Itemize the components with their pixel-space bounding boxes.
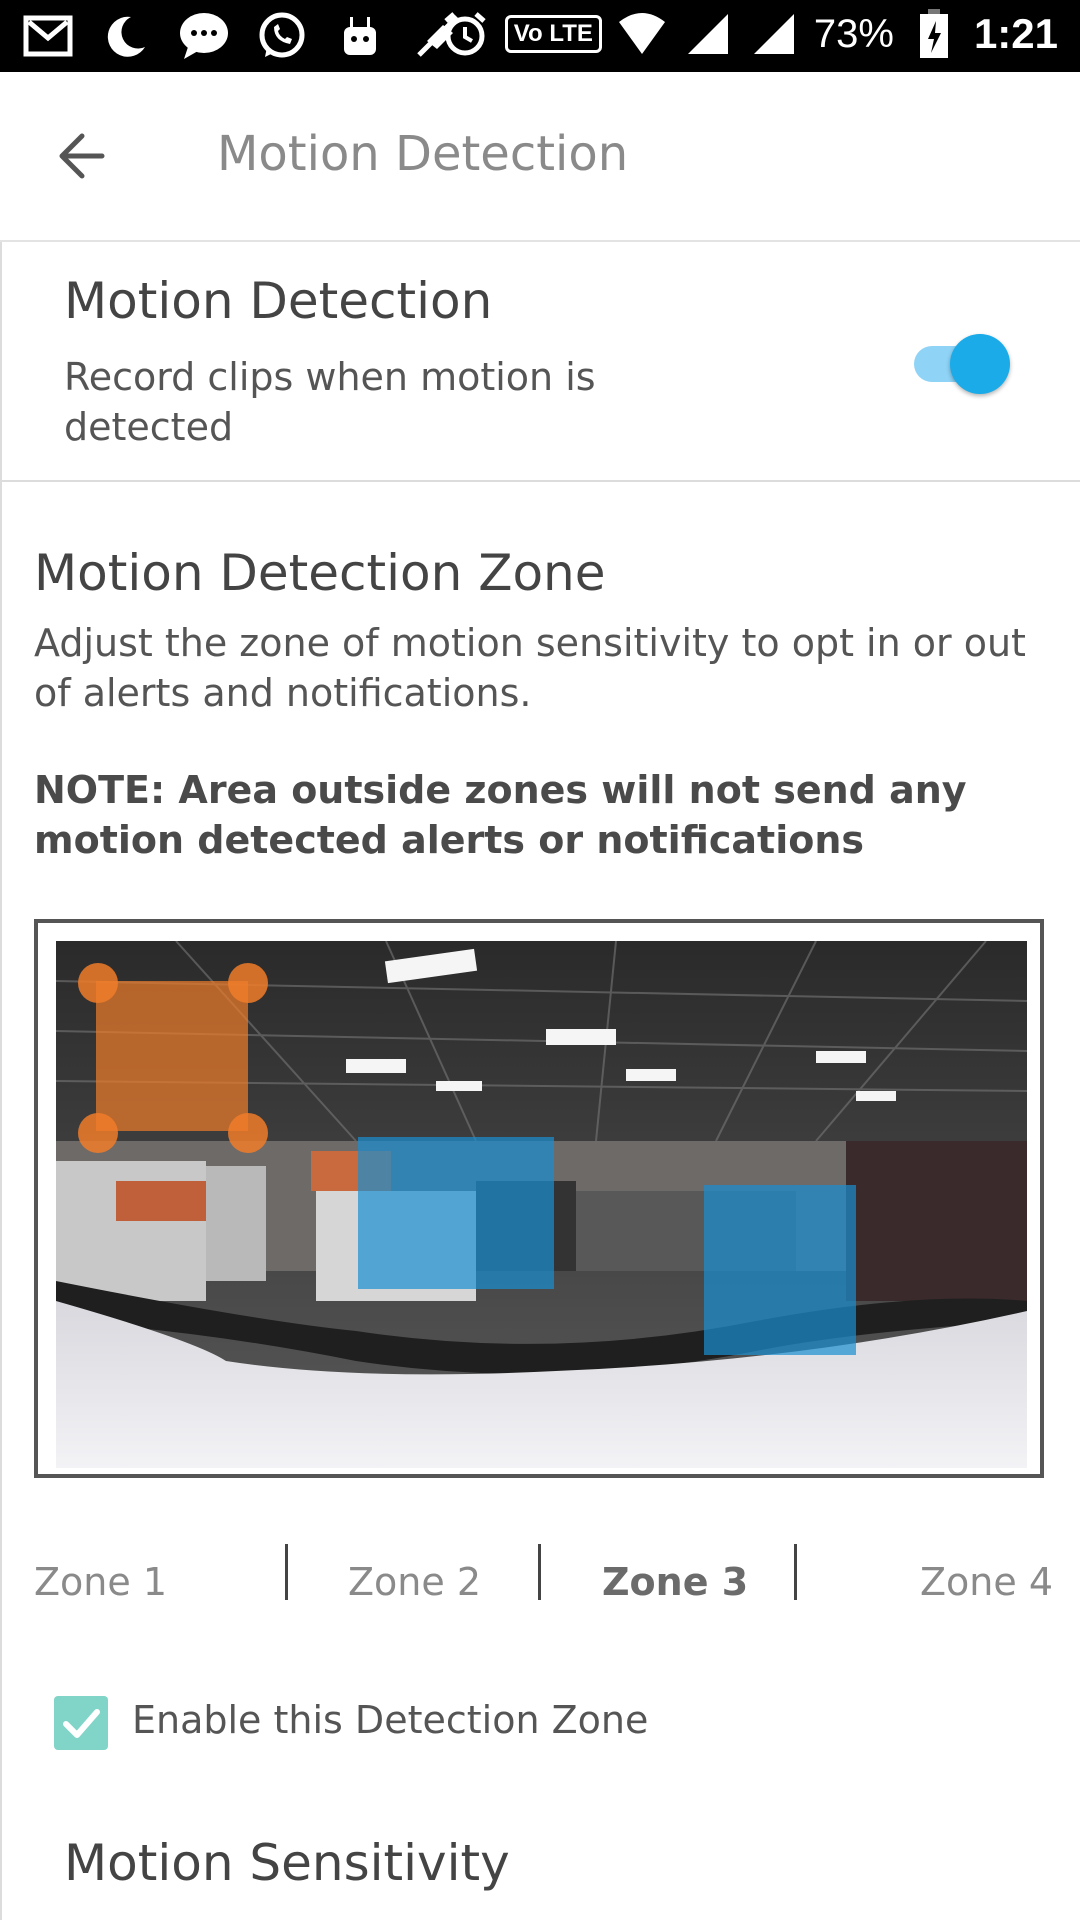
- messaging-icon: [178, 10, 230, 62]
- motion-detection-toggle[interactable]: [910, 334, 1010, 394]
- zone-note: NOTE: Area outside zones will not send a…: [34, 768, 967, 862]
- signal-icon-2: [748, 8, 800, 60]
- wifi-icon: [616, 8, 668, 60]
- enable-zone-row[interactable]: Enable this Detection Zone: [54, 1692, 954, 1752]
- motion-detection-setting: Motion Detection Record clips when motio…: [0, 242, 1080, 482]
- toggle-thumb: [950, 334, 1010, 394]
- camera-preview-frame: [34, 919, 1044, 1478]
- motion-detection-zone-section: Motion Detection Zone Adjust the zone of…: [0, 482, 1080, 1920]
- enable-zone-label: Enable this Detection Zone: [132, 1698, 649, 1742]
- motion-detection-subtitle: Record clips when motion is detected: [64, 355, 596, 449]
- tab-zone-1[interactable]: Zone 1: [34, 1560, 167, 1604]
- zone-overlay-3: [704, 1185, 856, 1355]
- tab-divider: [794, 1544, 797, 1600]
- whatsapp-icon: [256, 10, 308, 62]
- motion-sensitivity-title: Motion Sensitivity: [64, 1834, 510, 1892]
- tab-zone-2[interactable]: Zone 2: [348, 1560, 481, 1604]
- android-icon: [334, 10, 386, 62]
- gmail-icon: [22, 10, 74, 62]
- zone-overlay-2: [358, 1137, 554, 1289]
- zone-title: Motion Detection Zone: [34, 544, 606, 602]
- tab-zone-3[interactable]: Zone 3: [602, 1560, 748, 1604]
- tab-divider: [285, 1544, 288, 1600]
- app-bar: Motion Detection: [0, 72, 1080, 242]
- motion-detection-title: Motion Detection: [64, 272, 493, 330]
- alarm-icon: [439, 8, 491, 60]
- page-title: Motion Detection: [217, 126, 629, 182]
- zone-overlay-1: [78, 963, 268, 1153]
- moon-icon: [100, 10, 152, 62]
- clock: 1:21: [973, 10, 1058, 57]
- volte-icon: Vo LTE: [504, 15, 602, 53]
- zone-tabs: Zone 1 Zone 2 Zone 3 Zone 4: [2, 1544, 1080, 1624]
- camera-preview: [56, 941, 1027, 1468]
- status-bar: Vo LTE 73% 1:21: [0, 0, 1080, 72]
- battery-icon: [908, 8, 960, 60]
- back-arrow-icon[interactable]: [52, 124, 116, 188]
- zone-description: Adjust the zone of motion sensitivity to…: [34, 621, 1026, 715]
- enable-zone-checkbox[interactable]: [54, 1696, 108, 1750]
- battery-percent: 73%: [813, 11, 894, 56]
- tab-zone-4[interactable]: Zone 4: [920, 1560, 1053, 1604]
- signal-icon: [682, 8, 734, 60]
- tab-divider: [538, 1544, 541, 1600]
